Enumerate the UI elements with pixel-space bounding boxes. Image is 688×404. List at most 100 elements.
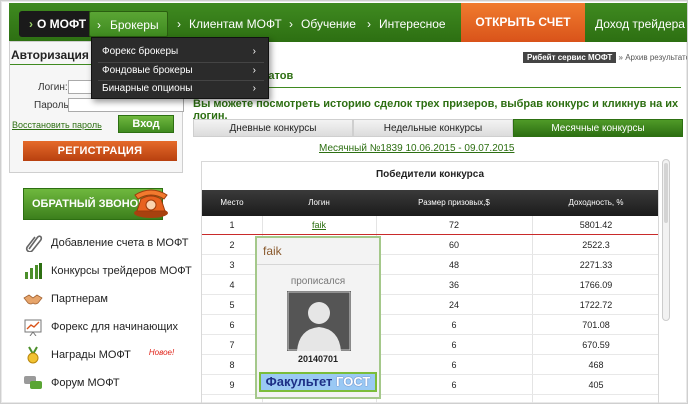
column-header-place: Место (220, 198, 244, 207)
cell-profit: 1766.09 (579, 280, 613, 290)
sidebar-item-label: Награды МОФТ (51, 349, 131, 361)
cell-prize: 6 (451, 340, 457, 350)
table-title: Победители конкурса (375, 169, 485, 180)
popup-username: faik (263, 244, 282, 258)
chart-board-icon (24, 319, 42, 336)
paperclip-icon (25, 235, 43, 252)
page: › О МОФТ › Брокеры › Клиентам МОФТ › Обучени… (0, 0, 688, 404)
chevron-right-icon: › (252, 46, 256, 57)
divider (257, 264, 379, 265)
phone-icon (134, 189, 168, 218)
sidebar-item-label: Форум МОФТ (51, 377, 120, 389)
cell-prize: 6 (451, 380, 457, 390)
nav-item-interesting[interactable]: › Интересное (365, 11, 446, 37)
tab-daily[interactable]: Дневные конкурсы (193, 119, 353, 137)
password-label: Пароль: (34, 100, 72, 111)
breadcrumb-current: » Архив результатов (618, 53, 688, 62)
popup-date: 20140701 (297, 354, 339, 364)
cell-prize: 72 (448, 220, 459, 230)
brand-menu-button[interactable]: › О МОФТ (19, 11, 93, 37)
open-account-button[interactable]: ОТКРЫТЬ СЧЕТ (461, 3, 585, 42)
nav-item-education[interactable]: › Обучение (287, 11, 356, 37)
chat-bubbles-icon (24, 376, 42, 389)
cell-prize: 6 (451, 360, 457, 370)
restore-password-link[interactable]: Восстановить пароль (12, 120, 102, 130)
sidebar-item-label: Форекс для начинающих (51, 321, 179, 333)
nav-item-label: Интересное (379, 17, 446, 31)
cell-prize: 36 (448, 280, 459, 290)
sidebar-item-awards[interactable]: Награды МОФТ Новое! (23, 344, 174, 366)
cell-profit: 2271.33 (579, 260, 613, 270)
cell-profit: 1722.72 (579, 300, 613, 310)
cell-place: 8 (229, 360, 235, 370)
dropdown-item-binary-options[interactable]: Бинарные опционы › (102, 81, 260, 97)
login-label: Логин: (38, 82, 68, 93)
cell-place: 2 (229, 240, 235, 250)
cell-prize: 60 (448, 240, 459, 250)
nav-item-clients[interactable]: › Клиентам МОФТ (175, 11, 282, 37)
scrollbar-thumb[interactable] (664, 163, 668, 223)
cell-place: 3 (229, 260, 235, 270)
cell-profit: 5801.42 (579, 220, 613, 230)
user-popup-card: faik прописался 20140701 Факультет ГОСТ (255, 236, 381, 399)
nav-item-label: Клиентам МОФТ (189, 17, 282, 31)
sidebar-item-forex-beginners[interactable]: Форекс для начинающих (23, 316, 178, 338)
login-button[interactable]: Вход (118, 115, 174, 133)
sidebar-item-label: Партнерам (51, 293, 108, 305)
table-header: Место Логин Размер призовых,$ Доходность… (202, 190, 658, 216)
avatar (287, 291, 351, 351)
chevron-right-icon: › (289, 17, 293, 31)
login-panel-title: Авторизация (11, 48, 89, 62)
brand-label: О МОФТ (37, 17, 87, 31)
nav-item-brokers[interactable]: › Брокеры (89, 11, 168, 37)
cell-profit: 468 (588, 360, 604, 370)
brokers-dropdown: Форекс брокеры › Фондовые брокеры › Бинарн… (91, 37, 269, 99)
dropdown-item-forex-brokers[interactable]: Форекс брокеры › (102, 44, 260, 60)
sidebar-item-label: Добавление счета в МОФТ (51, 237, 189, 249)
cell-profit: 701.08 (582, 320, 610, 330)
dropdown-item-stock-brokers[interactable]: Фондовые брокеры › (102, 63, 260, 79)
faculty-badge-label: Факультет (265, 374, 333, 389)
sidebar-item-add-account[interactable]: Добавление счета в МОФТ (23, 232, 188, 254)
cell-profit: 2522.3 (582, 240, 610, 250)
column-header-prize: Размер призовых,$ (418, 198, 490, 207)
tab-monthly[interactable]: Месячные конкурсы (513, 119, 683, 137)
chevron-right-icon: › (367, 17, 371, 31)
nav-item-label: Брокеры (110, 18, 159, 32)
nav-item-label: Обучение (301, 17, 356, 31)
dropdown-item-label: Бинарные опционы (102, 83, 193, 94)
sidebar-item-contests[interactable]: Конкурсы трейдеров МОФТ (23, 260, 192, 282)
sidebar-item-label: Конкурсы трейдеров МОФТ (51, 265, 192, 277)
dropdown-item-label: Фондовые брокеры (102, 65, 193, 76)
register-button[interactable]: РЕГИСТРАЦИЯ (23, 141, 177, 161)
contest-period-link[interactable]: Месячный №1839 10.06.2015 - 09.07.2015 (319, 143, 514, 154)
dropdown-item-label: Форекс брокеры (102, 46, 179, 57)
cell-place: 6 (229, 320, 235, 330)
table-row: 1 faik 72 5801.42 (202, 216, 658, 235)
cell-profit: 670.59 (582, 340, 610, 350)
password-input[interactable] (68, 98, 184, 112)
cell-place: 1 (229, 220, 235, 230)
sidebar-item-forum[interactable]: Форум МОФТ (23, 372, 120, 394)
medal-icon (27, 346, 39, 364)
popup-registered-label: прописался (290, 276, 346, 287)
tab-weekly[interactable]: Недельные конкурсы (353, 119, 513, 137)
cell-place: 9 (229, 380, 235, 390)
sidebar-item-partners[interactable]: Партнерам (23, 288, 108, 310)
chevron-right-icon: › (252, 65, 256, 76)
breadcrumb-link[interactable]: Рибейт сервис МОФТ (523, 52, 617, 63)
chevron-right-icon: › (97, 18, 101, 32)
cell-profit: 405 (588, 380, 604, 390)
cell-login[interactable]: faik (262, 216, 376, 235)
chevron-right-icon: › (177, 17, 181, 31)
cell-place: 4 (229, 280, 235, 290)
column-header-login: Логин (308, 198, 330, 207)
handshake-icon (23, 294, 43, 305)
table-scrollbar[interactable] (662, 159, 670, 321)
breadcrumb: Рибейт сервис МОФТ » Архив результатов (523, 52, 688, 63)
chevron-right-icon: › (29, 17, 33, 31)
faculty-badge-accent: ГОСТ (336, 374, 371, 389)
nav-item-trader-income[interactable]: Доход трейдера (595, 11, 685, 37)
faculty-badge: Факультет ГОСТ (259, 372, 377, 392)
cell-prize: 6 (451, 320, 457, 330)
